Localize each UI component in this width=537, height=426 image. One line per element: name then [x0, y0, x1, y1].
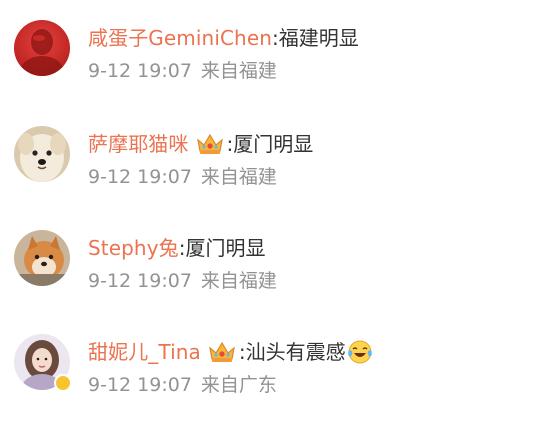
comment-item: Stephy兔:厦门明显 9-12 19:07 来自福建	[0, 230, 537, 320]
comment-meta: 9-12 19:07 来自广东	[88, 370, 277, 400]
avatar[interactable]	[14, 334, 72, 392]
username-link[interactable]: Stephy兔	[88, 232, 179, 264]
laughing-tears-emoji	[347, 340, 372, 364]
comment-header: 咸蛋子GeminiChen:福建明显	[88, 22, 359, 54]
timestamp: 9-12 19:07	[88, 166, 192, 188]
username-link[interactable]: 甜妮儿_Tina	[88, 336, 201, 368]
crown-icon[interactable]	[195, 132, 225, 156]
comment-header: Stephy兔:厦门明显	[88, 232, 266, 264]
comment-item: 甜妮儿_Tina :汕头有震感 9-12 19:07 来自广东	[0, 334, 537, 424]
timestamp: 9-12 19:07	[88, 374, 192, 396]
comment-text: :汕头有震感	[238, 340, 346, 364]
avatar[interactable]	[14, 126, 70, 182]
source-location: 来自福建	[200, 270, 277, 292]
timestamp: 9-12 19:07	[88, 60, 192, 82]
verified-badge-icon	[54, 374, 72, 392]
crown-icon[interactable]	[207, 340, 237, 364]
username-link[interactable]: 咸蛋子GeminiChen	[88, 22, 272, 54]
comment-header: 甜妮儿_Tina :汕头有震感	[88, 336, 373, 368]
avatar[interactable]	[14, 20, 70, 76]
comment-header: 萨摩耶猫咪 :厦门明显	[88, 128, 313, 160]
shiba-dog-avatar	[14, 230, 70, 286]
comment-text: :厦门明显	[226, 132, 314, 156]
username-link[interactable]: 萨摩耶猫咪	[88, 128, 189, 160]
comment-meta: 9-12 19:07 来自福建	[88, 162, 277, 192]
red-portrait-avatar	[14, 20, 70, 76]
source-location: 来自福建	[200, 166, 277, 188]
white-dog-avatar	[14, 126, 70, 182]
source-location: 来自福建	[200, 60, 277, 82]
timestamp: 9-12 19:07	[88, 270, 192, 292]
comment-item: 萨摩耶猫咪 :厦门明显 9-12 19:07 来自福建	[0, 126, 537, 216]
comment-meta: 9-12 19:07 来自福建	[88, 266, 277, 296]
comment-text: :厦门明显	[178, 236, 266, 260]
comment-meta: 9-12 19:07 来自福建	[88, 56, 277, 86]
comment-item: 咸蛋子GeminiChen:福建明显 9-12 19:07 来自福建	[0, 20, 537, 110]
comment-text: :福建明显	[272, 26, 359, 50]
avatar[interactable]	[14, 230, 70, 286]
source-location: 来自广东	[200, 374, 277, 396]
comment-list: 咸蛋子GeminiChen:福建明显 9-12 19:07 来自福建 萨摩耶猫…	[0, 0, 537, 426]
